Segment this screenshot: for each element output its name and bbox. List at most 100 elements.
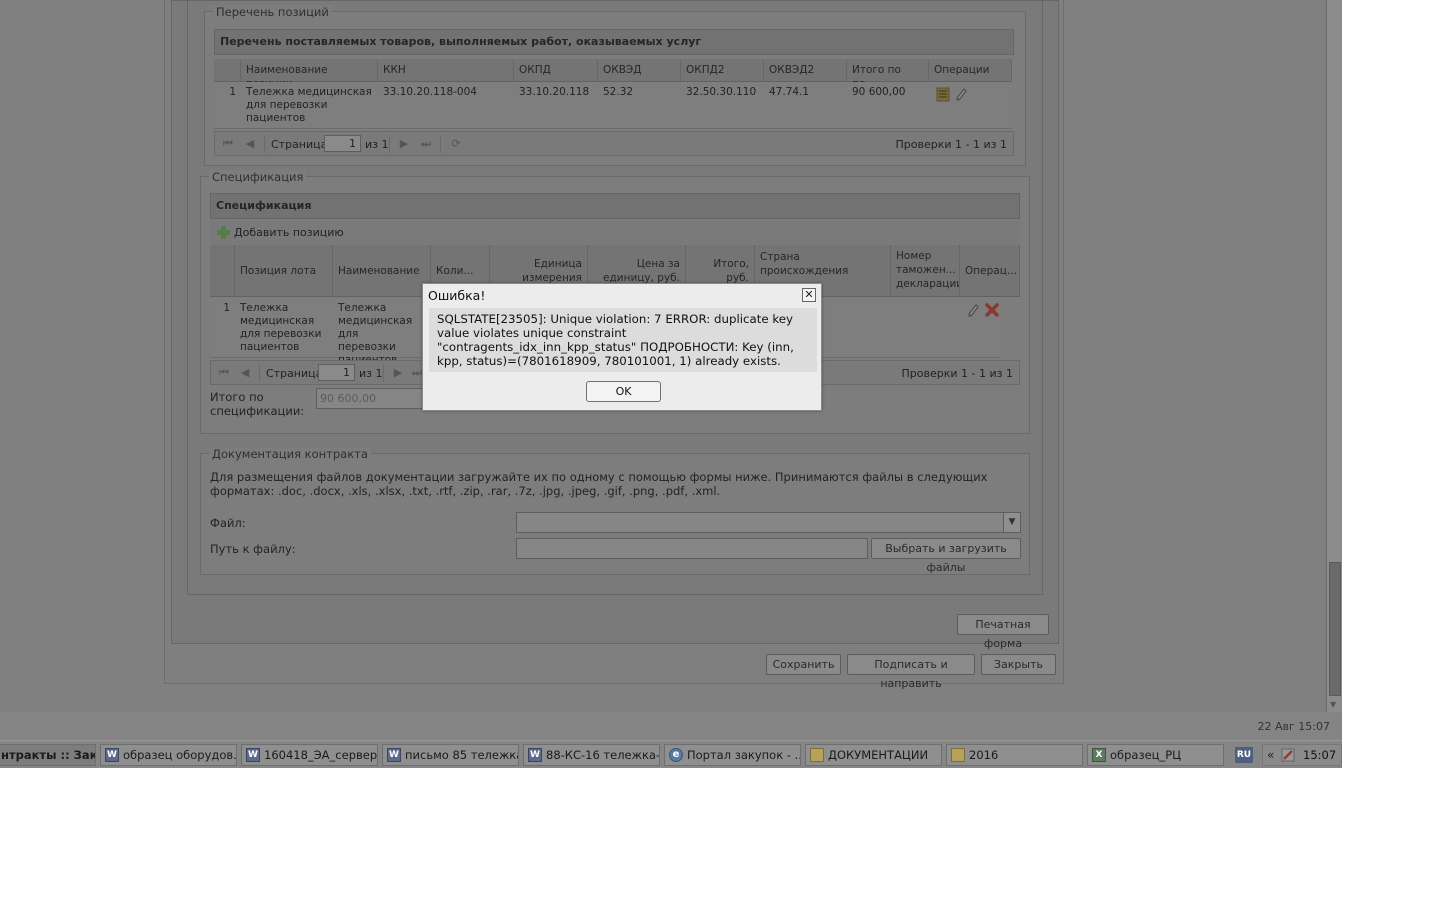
file-label: Файл:	[210, 516, 246, 530]
task-folder-2016[interactable]: 2016	[946, 744, 1083, 766]
edit-icon[interactable]	[966, 302, 980, 317]
file-select[interactable]: ▼	[516, 512, 1021, 533]
row-number: 1	[223, 302, 230, 314]
header-position-name[interactable]: Наименование позиции	[241, 59, 378, 82]
task-label: образец_РЦ	[1110, 748, 1182, 762]
page-scrollbar[interactable]: ▼	[1326, 0, 1342, 712]
header-total[interactable]: Итого по по...	[847, 59, 929, 82]
header-rownum	[210, 245, 235, 297]
task-ie-portal[interactable]: e Портал закупок - ...	[664, 744, 801, 766]
word-icon: W	[528, 748, 542, 762]
add-position-button[interactable]: Добавить позицию	[234, 226, 344, 239]
word-icon: W	[387, 748, 401, 762]
prev-page-icon[interactable]: ◀	[243, 137, 257, 151]
print-form-button[interactable]: Печатная форма	[957, 614, 1049, 650]
pager-separator	[264, 135, 265, 153]
close-button[interactable]: Закрыть	[981, 654, 1056, 675]
pager-separator	[383, 364, 384, 382]
docs-legend: Документация контракта	[209, 447, 371, 461]
pager-separator	[389, 135, 390, 153]
task-folder-docs[interactable]: ДОКУМЕНТАЦИИ	[805, 744, 942, 766]
page-number-input[interactable]: 1	[318, 364, 355, 381]
spec-grid-title: Спецификация	[210, 193, 1020, 219]
task-word-doc-2[interactable]: W 160418_ЭА_сервер...	[241, 744, 378, 766]
system-tray: « 15:07	[1262, 744, 1342, 766]
row-okved: 52.32	[603, 86, 634, 98]
task-label: 2016	[969, 748, 999, 762]
spec-toolbar: Добавить позицию	[210, 220, 1020, 245]
page-label: Страница	[271, 138, 328, 151]
first-page-icon[interactable]: ⏮	[217, 366, 231, 380]
page-of-label: из 1	[359, 367, 383, 380]
excel-icon: X	[1092, 748, 1106, 762]
header-okpd[interactable]: ОКПД	[514, 59, 598, 82]
spec-total-label: Итого по спецификации:	[210, 390, 305, 418]
refresh-icon[interactable]: ⟳	[449, 137, 463, 151]
scroll-down-icon[interactable]: ▼	[1330, 700, 1336, 709]
header-name[interactable]: Наименование	[333, 245, 431, 297]
task-label: ДОКУМЕНТАЦИИ	[828, 748, 929, 762]
edit-icon[interactable]	[954, 86, 968, 101]
pager-separator	[440, 135, 441, 153]
last-page-icon[interactable]: ⏭	[419, 137, 433, 151]
status-strip: 22 Авг 15:07	[0, 712, 1342, 740]
first-page-icon[interactable]: ⏮	[221, 137, 235, 151]
positions-legend: Перечень позиций	[213, 5, 332, 19]
prev-page-icon[interactable]: ◀	[238, 366, 252, 380]
header-operations[interactable]: Операц...	[960, 245, 1020, 297]
header-lot-position[interactable]: Позиция лота	[235, 245, 333, 297]
row-okpd: 33.10.20.118	[519, 86, 590, 98]
ie-icon: e	[669, 748, 683, 762]
delete-icon[interactable]	[984, 302, 1000, 318]
antivirus-icon[interactable]	[1281, 748, 1295, 762]
status-datetime: 22 Авг 15:07	[1257, 720, 1330, 733]
pager-summary: Проверки 1 - 1 из 1	[901, 367, 1013, 380]
taskbar: нтракты :: Зак... Wобразец оборудов... W…	[0, 740, 1342, 768]
task-word-doc-3[interactable]: Wписьмо 85 тележка...	[382, 744, 519, 766]
header-kkn[interactable]: ККН	[378, 59, 514, 82]
page-of-label: из 1	[365, 138, 389, 151]
pager-summary: Проверки 1 - 1 из 1	[895, 138, 1007, 151]
ok-button[interactable]: OK	[586, 381, 661, 402]
positions-grid-title: Перечень поставляемых товаров, выполняем…	[214, 29, 1014, 55]
path-label: Путь к файлу:	[210, 542, 296, 556]
positions-grid-header: Наименование позиции ККН ОКПД ОКВЭД ОКПД…	[214, 59, 1012, 82]
specification-icon[interactable]	[935, 87, 951, 102]
chevron-down-icon[interactable]: ▼	[1003, 513, 1020, 532]
task-browser-contracts[interactable]: нтракты :: Зак...	[0, 744, 96, 766]
task-word-doc-4[interactable]: W 88-КС-16 тележка-...	[523, 744, 660, 766]
page-number-input[interactable]: 1	[324, 135, 361, 152]
next-page-icon[interactable]: ▶	[391, 366, 405, 380]
add-icon[interactable]	[216, 225, 231, 240]
table-row[interactable]: 1 Тележка медицинская для перевозки паци…	[214, 82, 1012, 129]
save-button[interactable]: Сохранить	[766, 654, 841, 675]
task-label: 160418_ЭА_сервер...	[264, 748, 378, 762]
tray-expand-icon[interactable]: «	[1267, 748, 1274, 762]
upload-files-button[interactable]: Выбрать и загрузить файлы	[871, 538, 1021, 574]
scrollbar-thumb[interactable]	[1329, 562, 1341, 696]
header-okved2[interactable]: ОКВЭД2	[764, 59, 847, 82]
header-okpd2[interactable]: ОКПД2	[681, 59, 764, 82]
row-lot-position: Тележка медицинская для перевозки пациен…	[240, 302, 322, 353]
spec-total-field: 90 600,00	[316, 388, 426, 409]
task-word-doc-1[interactable]: Wобразец оборудов...	[100, 744, 237, 766]
task-excel-rc[interactable]: Xобразец_РЦ	[1087, 744, 1224, 766]
language-indicator[interactable]: RU	[1235, 747, 1253, 763]
next-page-icon[interactable]: ▶	[397, 137, 411, 151]
row-kkn: 33.10.20.118-004	[383, 86, 477, 98]
docs-fieldset: Документация контракта Для размещения фа…	[200, 447, 1030, 575]
header-okved[interactable]: ОКВЭД	[598, 59, 681, 82]
header-rownum	[214, 59, 241, 82]
row-number: 1	[229, 86, 236, 98]
sign-send-button[interactable]: Подписать и направить	[847, 654, 975, 690]
file-path-input[interactable]	[516, 538, 868, 559]
task-label: 88-КС-16 тележка-...	[546, 748, 660, 762]
positions-pager: ⏮ ◀ Страница 1 из 1 ▶ ⏭ ⟳ Проверки 1 - 1…	[214, 131, 1014, 156]
close-icon[interactable]: ✕	[802, 288, 816, 302]
header-customs-declaration[interactable]: Номер таможен... декларации	[891, 245, 960, 297]
row-okved2: 47.74.1	[769, 86, 810, 98]
clock: 15:07	[1303, 748, 1337, 762]
header-operations[interactable]: Операции	[929, 59, 1012, 82]
word-icon: W	[105, 748, 119, 762]
spec-legend: Спецификация	[209, 170, 307, 184]
